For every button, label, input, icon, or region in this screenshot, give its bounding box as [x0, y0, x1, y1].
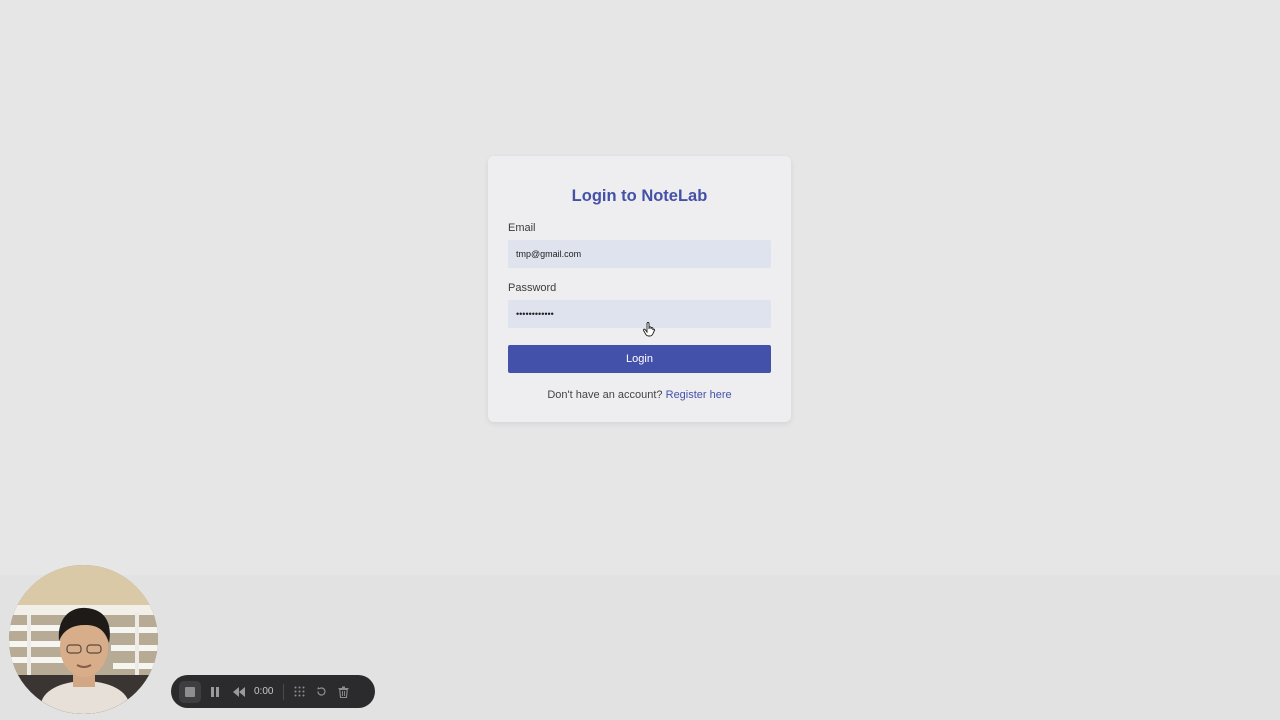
- pause-icon: [211, 686, 219, 697]
- login-card: Login to NoteLab Email Password Login Do…: [488, 156, 791, 422]
- stop-recording-button[interactable]: [179, 680, 201, 703]
- rewind-button[interactable]: [228, 681, 250, 703]
- login-button[interactable]: Login: [508, 345, 771, 373]
- register-prompt: Don't have an account?: [547, 389, 663, 401]
- hand-cursor-icon: [643, 322, 656, 337]
- password-label: Password: [508, 282, 557, 294]
- email-field[interactable]: [508, 240, 771, 268]
- password-field[interactable]: [508, 300, 771, 328]
- email-label: Email: [508, 222, 536, 234]
- recording-time: 0:00: [254, 686, 274, 697]
- recorder-divider: [283, 683, 285, 700]
- grid-icon: [294, 686, 305, 697]
- login-title: Login to NoteLab: [571, 187, 708, 205]
- rewind-icon: [233, 686, 245, 697]
- register-link[interactable]: Register here: [666, 389, 732, 401]
- stop-icon: [185, 686, 195, 697]
- restart-icon: [317, 686, 326, 696]
- page: Login to NoteLab Email Password Login Do…: [0, 0, 1280, 720]
- trash-icon: [338, 686, 349, 698]
- webcam-image: [9, 565, 158, 714]
- delete-button[interactable]: [332, 681, 354, 703]
- pause-button[interactable]: [204, 681, 226, 703]
- grid-button[interactable]: [288, 681, 310, 703]
- register-line: Don't have an account? Register here: [508, 389, 771, 401]
- restart-button[interactable]: [310, 681, 332, 703]
- recorder-bar: 0:00: [171, 675, 375, 708]
- webcam-video: [9, 565, 158, 714]
